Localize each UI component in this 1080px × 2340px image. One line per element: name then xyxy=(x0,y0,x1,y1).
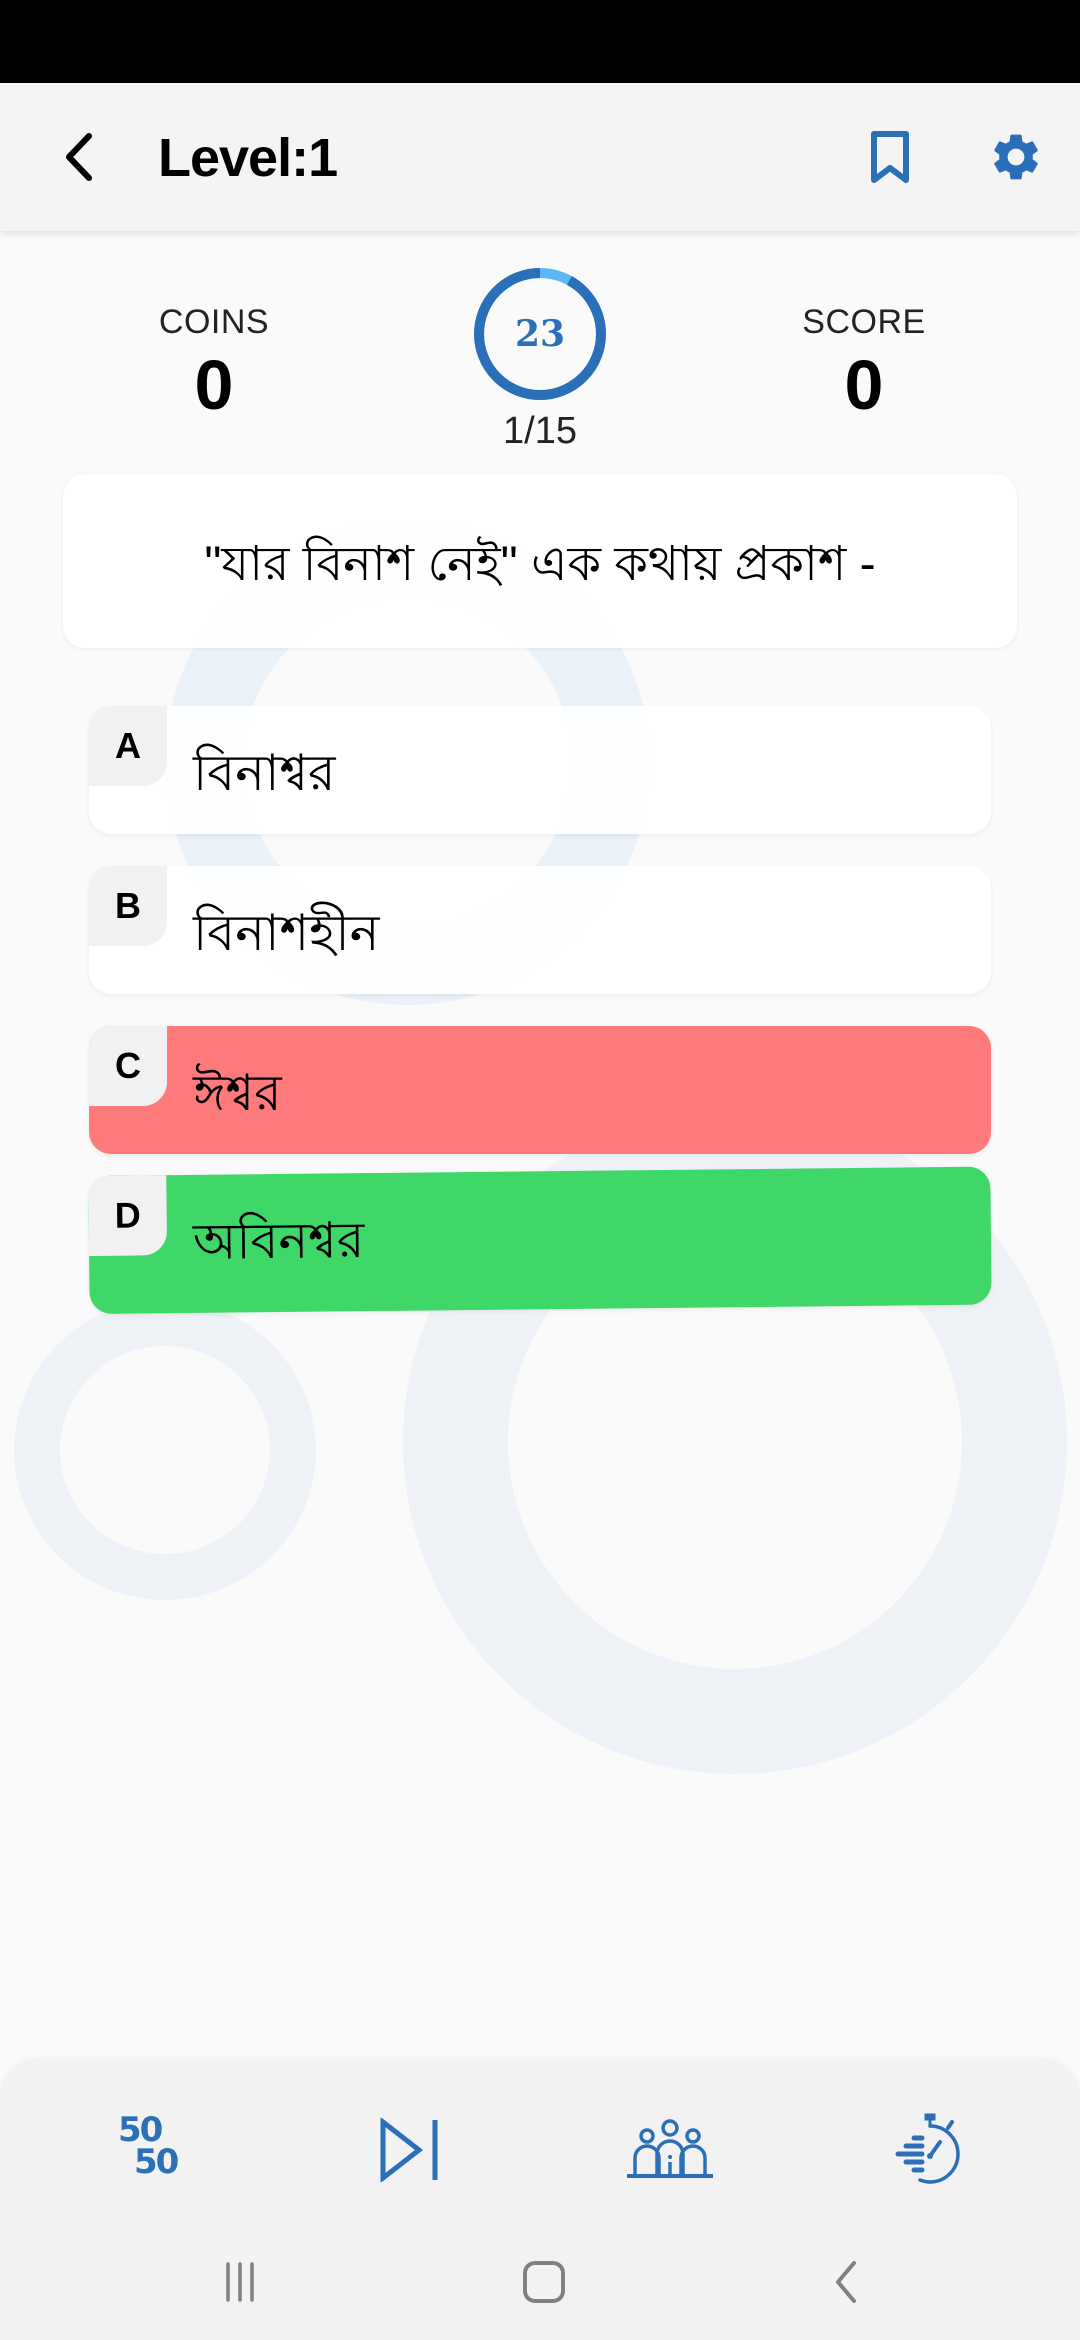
system-nav-bar xyxy=(0,2230,1080,2340)
bookmark-button[interactable] xyxy=(862,125,918,189)
bookmark-outline-icon xyxy=(871,131,909,183)
coins-value: 0 xyxy=(194,346,234,424)
timer-seconds: 23 xyxy=(514,313,566,355)
page-title: Level:1 xyxy=(158,128,338,188)
app-bar: Level:1 xyxy=(0,83,1080,231)
option-a[interactable]: A বিনাশ্বর xyxy=(89,706,991,834)
option-text: বিনাশহীন xyxy=(193,905,380,961)
audience-poll-button[interactable] xyxy=(615,2100,725,2200)
option-text: বিনাশ্বর xyxy=(193,745,336,801)
option-text: ঈশ্বর xyxy=(193,1065,282,1121)
option-c-wrong[interactable]: C ঈশ্বর xyxy=(89,1026,991,1154)
fifty-bottom: 50 xyxy=(134,2142,179,2182)
option-letter: C xyxy=(89,1026,167,1106)
audience-icon xyxy=(627,2119,713,2178)
question-progress: 1/15 xyxy=(503,410,577,452)
back-icon xyxy=(836,2261,856,2303)
stopwatch-icon xyxy=(895,2113,960,2184)
countdown-timer: 23 xyxy=(472,266,608,402)
question-text: "যার বিনাশ নেই" এক কথায় প্রকাশ - xyxy=(204,538,876,591)
fifty-fifty-button[interactable]: 50 50 xyxy=(93,2100,203,2200)
score-label: SCORE xyxy=(802,303,926,341)
score-value: 0 xyxy=(844,346,884,424)
score-stat: SCORE 0 xyxy=(764,300,964,426)
fifty-fifty-icon: 50 50 xyxy=(108,2110,188,2190)
gear-icon xyxy=(994,134,1038,180)
recent-apps-icon xyxy=(226,2262,254,2302)
option-text: অবিনশ্বর xyxy=(192,1212,365,1270)
option-letter: D xyxy=(88,1175,168,1256)
recent-apps-button[interactable] xyxy=(200,2242,280,2322)
home-button[interactable] xyxy=(504,2242,584,2322)
option-d-correct[interactable]: D অবিনশ্বর xyxy=(88,1166,992,1314)
option-b[interactable]: B বিনাশহীন xyxy=(89,866,991,994)
status-bar xyxy=(0,0,1080,83)
skip-next-icon xyxy=(380,2118,438,2182)
chevron-left-icon xyxy=(66,133,92,181)
home-icon xyxy=(523,2261,565,2303)
option-letter: B xyxy=(89,866,167,946)
back-button[interactable] xyxy=(48,125,108,189)
reset-timer-button[interactable] xyxy=(875,2100,985,2200)
skip-question-button[interactable] xyxy=(355,2100,465,2200)
question-card: "যার বিনাশ নেই" এক কথায় প্রকাশ - xyxy=(63,474,1017,648)
settings-button[interactable] xyxy=(984,125,1048,189)
system-back-button[interactable] xyxy=(805,2242,885,2322)
option-letter: A xyxy=(89,706,167,786)
coins-stat: COINS 0 xyxy=(114,300,314,426)
coins-label: COINS xyxy=(158,303,270,341)
background-ring-decoration xyxy=(14,1300,316,1600)
